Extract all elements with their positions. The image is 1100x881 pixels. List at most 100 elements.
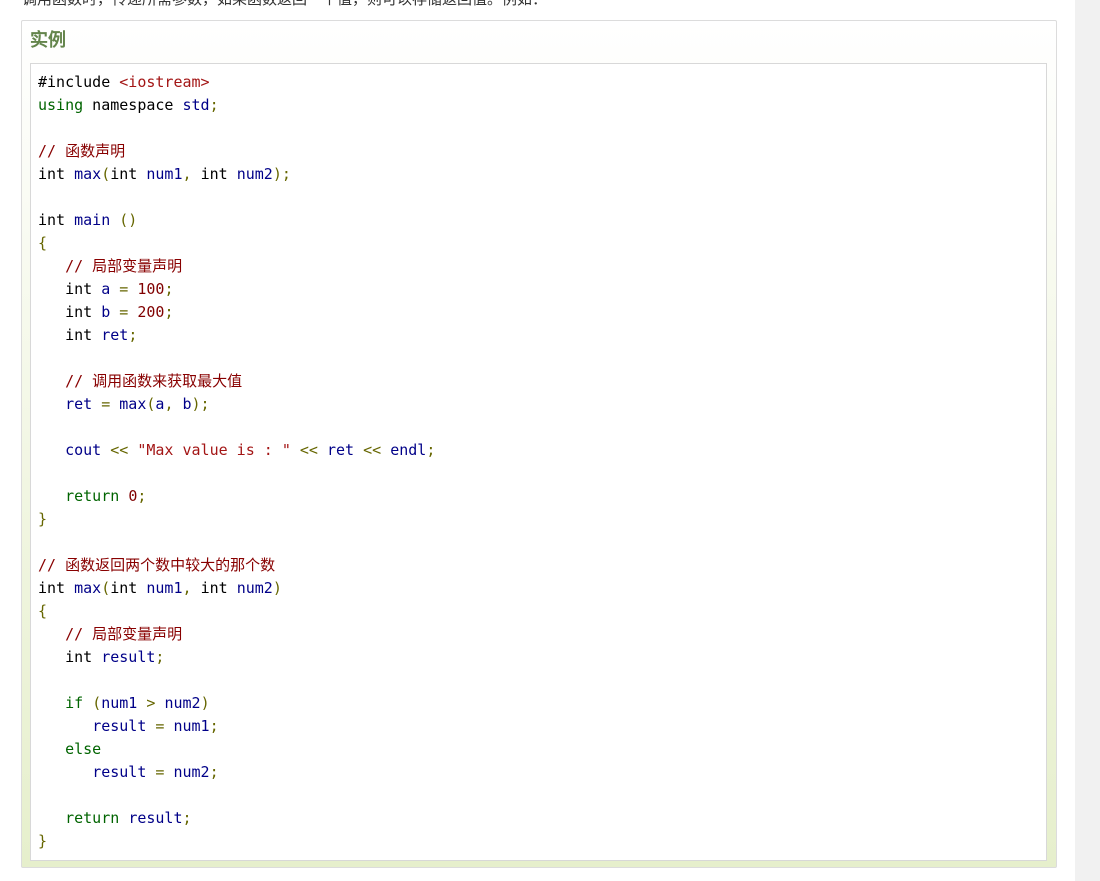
example-title: 实例 [30, 30, 66, 51]
code-line: int max(int num1, int num2) [38, 577, 435, 600]
code-line: #include <iostream> [38, 71, 435, 94]
code-token-plain: int [38, 579, 75, 597]
code-token-comment: // 函数返回两个数中较大的那个数 [38, 556, 276, 574]
code-token-ident: a [101, 280, 111, 298]
code-token-keyword: return [65, 809, 120, 827]
code-line: // 调用函数来获取最大值 [38, 370, 435, 393]
code-line: // 函数返回两个数中较大的那个数 [38, 554, 435, 577]
code-panel[interactable]: #include <iostream> using namespace std; … [30, 63, 1047, 861]
code-token-number: 100 [137, 280, 165, 298]
code-token-punct: ; [182, 809, 192, 827]
code-token-ident: result [92, 763, 147, 781]
code-token-ident: num2 [164, 694, 201, 712]
intro-text: 调用函数时，传递所需参数，如果函数返回一个值，则可以存储返回值。例如： [22, 0, 547, 9]
code-token-plain: int [38, 165, 75, 183]
code-token-comment: // 调用函数来获取最大值 [65, 372, 243, 390]
code-token-ident: ret [101, 326, 129, 344]
code-token-pre: #include [38, 73, 120, 91]
code-token-punct: ; [209, 717, 219, 735]
code-token-punct: () [119, 211, 138, 229]
code-line: result = num2; [38, 761, 435, 784]
code-token-punct: , [182, 579, 201, 597]
code-line: // 局部变量声明 [38, 255, 435, 278]
code-line: result = num1; [38, 715, 435, 738]
code-token-keyword: using [38, 96, 84, 114]
code-token-punct: << [363, 441, 382, 459]
code-token-ident: b [182, 395, 192, 413]
code-token-plain: int [38, 303, 102, 321]
code-token-ident: num2 [236, 579, 273, 597]
code-line: int max(int num1, int num2); [38, 163, 435, 186]
code-token-punct: } [38, 510, 48, 528]
code-token-punct: , [182, 165, 201, 183]
code-line: return 0; [38, 485, 435, 508]
code-token-punct: ( [101, 579, 111, 597]
code-token-ident: cout [65, 441, 102, 459]
code-token-comment: // 局部变量声明 [65, 257, 183, 275]
code-line: // 局部变量声明 [38, 623, 435, 646]
code-token-plain: int [200, 165, 237, 183]
code-token-punct: << [110, 441, 129, 459]
code-line: // 函数声明 [38, 140, 435, 163]
code-token-plain: int [38, 326, 102, 344]
code-line: { [38, 232, 435, 255]
code-token-punct: ) [200, 694, 210, 712]
code-token-ident: endl [390, 441, 427, 459]
code-token-plain: int [110, 165, 147, 183]
code-token-ident: num2 [236, 165, 273, 183]
code-line: using namespace std; [38, 94, 435, 117]
code-token-punct: ; [137, 487, 147, 505]
code-token-ident: result [101, 648, 156, 666]
page: 调用函数时，传递所需参数，如果函数返回一个值，则可以存储返回值。例如： 实例 #… [0, 0, 1075, 881]
code-token-punct: ; [426, 441, 436, 459]
code-token-plain: namespace [83, 96, 183, 114]
code-token-ident: result [92, 717, 147, 735]
code-token-ident: max [119, 395, 147, 413]
code-token-ident: max [74, 579, 102, 597]
code-token-plain: int [110, 579, 147, 597]
code-token-punct: ); [191, 395, 210, 413]
code-token-punct: ( [92, 694, 102, 712]
code-line: } [38, 508, 435, 531]
code-token-keyword: else [65, 740, 102, 758]
code-token-punct: ; [128, 326, 138, 344]
code-token-punct: , [164, 395, 183, 413]
code-token-plain: int [38, 648, 102, 666]
code-token-keyword: if [65, 694, 84, 712]
code-line: if (num1 > num2) [38, 692, 435, 715]
code-token-punct: ; [209, 763, 219, 781]
code-token-ident: num1 [101, 694, 138, 712]
code-token-plain: int [38, 211, 75, 229]
code-line: cout << "Max value is : " << ret << endl… [38, 439, 435, 462]
code-line: int a = 100; [38, 278, 435, 301]
code-token-ident: main [74, 211, 111, 229]
code-token-number: 200 [137, 303, 165, 321]
code-token-plain: int [38, 280, 102, 298]
code-token-ident: num2 [173, 763, 210, 781]
code-token-ident: max [74, 165, 102, 183]
scrollbar-track[interactable] [1075, 0, 1100, 881]
